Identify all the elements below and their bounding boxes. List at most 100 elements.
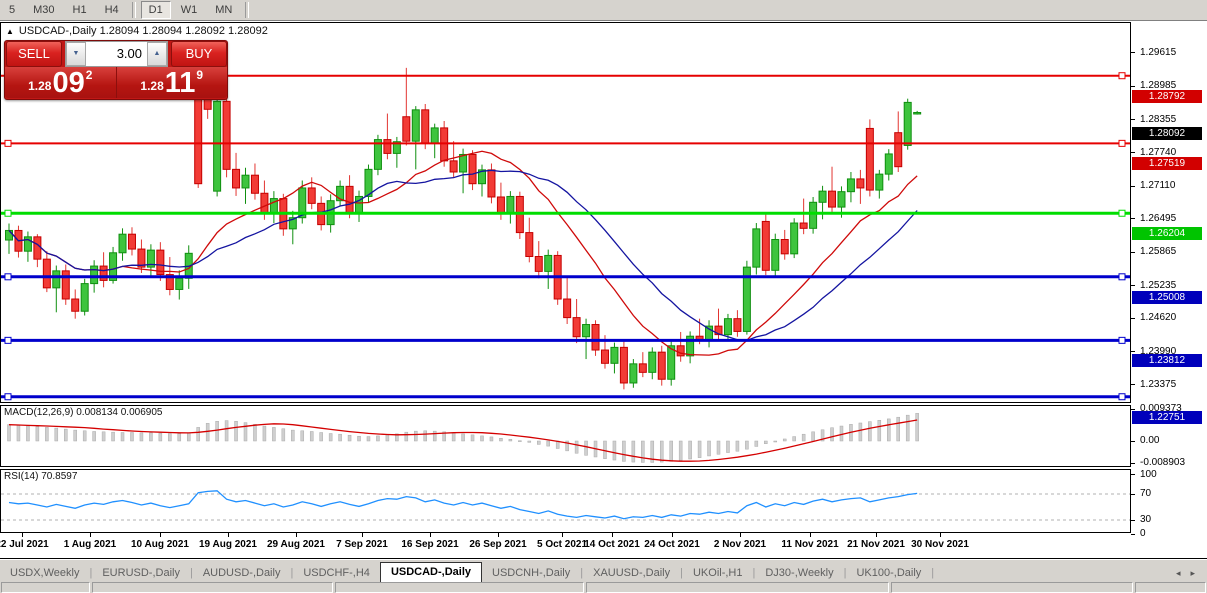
macd-bar [424, 431, 427, 441]
line-handle[interactable] [5, 337, 11, 343]
candle-body [488, 170, 495, 197]
macd-bar [755, 441, 758, 446]
rsi-tick [1131, 520, 1135, 521]
rsi-tick [1131, 494, 1135, 495]
timeframe-button-d1[interactable]: D1 [141, 1, 171, 19]
symbol-ohlc-info: USDCAD-,Daily 1.28094 1.28094 1.28092 1.… [19, 25, 268, 37]
status-bar [0, 581, 1207, 593]
volume-increase-button[interactable]: ▲ [147, 42, 167, 66]
timeframe-button-w1[interactable]: W1 [173, 1, 206, 19]
candle-body [469, 154, 476, 183]
tab-audusd-daily[interactable]: AUDUSD-,Daily [193, 565, 291, 582]
tab-scroll-right-icon[interactable]: ▸ [1190, 565, 1195, 582]
line-handle[interactable] [1119, 337, 1125, 343]
tab-uk100-daily[interactable]: UK100-,Daily [846, 565, 931, 582]
toolbar-separator [132, 2, 136, 18]
macd-bar [187, 433, 190, 441]
buy-price[interactable]: 1.28 11 9 [117, 67, 228, 98]
tab-usdchf-h4[interactable]: USDCHF-,H4 [293, 565, 380, 582]
line-handle[interactable] [1119, 73, 1125, 79]
date-label: 26 Sep 2021 [469, 539, 526, 550]
tab-usdcnh-daily[interactable]: USDCNH-,Daily [482, 565, 580, 582]
rsi-pane[interactable]: RSI(14) 70.8597 [0, 469, 1131, 533]
candle-body [53, 271, 60, 288]
timeframe-button-5[interactable]: 5 [1, 1, 23, 19]
macd-bar [509, 439, 512, 441]
macd-bar [906, 415, 909, 441]
candle-body [128, 234, 135, 249]
current-price-badge: 1.28092 [1132, 127, 1202, 140]
candle-body [526, 233, 533, 257]
macd-bar [622, 441, 625, 461]
candle-body [308, 188, 315, 203]
macd-bar [499, 438, 502, 441]
tab-usdcad-daily[interactable]: USDCAD-,Daily [380, 562, 482, 582]
macd-bar [329, 434, 332, 441]
line-handle[interactable] [5, 140, 11, 146]
macd-bar [632, 441, 635, 462]
status-pane [1, 582, 90, 593]
line-handle[interactable] [5, 210, 11, 216]
date-label: 30 Nov 2021 [911, 539, 969, 550]
macd-bar [225, 421, 228, 441]
tab-xauusd-daily[interactable]: XAUUSD-,Daily [583, 565, 680, 582]
collapse-arrow-icon[interactable]: ▲ [6, 27, 14, 36]
macd-bar [45, 427, 48, 441]
tab-scroll-left-icon[interactable]: ◂ [1176, 565, 1181, 582]
volume-input[interactable]: 3.00 [86, 43, 147, 65]
candle-body [895, 133, 902, 167]
date-tick [810, 533, 811, 537]
date-label: 7 Sep 2021 [336, 539, 388, 550]
macd-bar [537, 441, 540, 444]
line-handle[interactable] [1119, 394, 1125, 400]
candle-body [119, 234, 126, 253]
line-handle[interactable] [1119, 140, 1125, 146]
candle-body [176, 278, 183, 289]
sell-price[interactable]: 1.28 09 2 [5, 67, 117, 98]
macd-bar [272, 427, 275, 441]
timeframe-button-h4[interactable]: H4 [97, 1, 127, 19]
status-pane [891, 582, 1133, 593]
tab-usdx-weekly[interactable]: USDX,Weekly [0, 565, 89, 582]
candle-body [904, 102, 911, 145]
macd-bar [64, 429, 67, 441]
macd-bar [339, 434, 342, 441]
price-tick-label: 1.27110 [1140, 180, 1175, 191]
macd-bar [679, 441, 682, 460]
macd-pane[interactable]: MACD(12,26,9) 0.008134 0.006905 [0, 405, 1131, 467]
macd-bar [291, 430, 294, 441]
macd-bar [121, 433, 124, 442]
macd-bar [745, 441, 748, 449]
date-tick [160, 533, 161, 537]
price-tick [1131, 186, 1135, 187]
price-tick [1131, 285, 1135, 286]
macd-bar [878, 420, 881, 441]
tab-dj30-weekly[interactable]: DJ30-,Weekly [755, 565, 843, 582]
volume-decrease-button[interactable]: ▼ [66, 42, 86, 66]
candle-body [611, 347, 618, 363]
timeframe-button-h1[interactable]: H1 [65, 1, 95, 19]
macd-bar [253, 424, 256, 441]
candle-body [233, 169, 240, 188]
macd-bar [764, 441, 767, 444]
timeframe-button-mn[interactable]: MN [207, 1, 240, 19]
tab-ukoil-h1[interactable]: UKOil-,H1 [683, 565, 753, 582]
chart-window[interactable]: ▲ USDCAD-,Daily 1.28094 1.28094 1.28092 … [0, 21, 1207, 559]
line-handle[interactable] [5, 394, 11, 400]
tab-eurusd-daily[interactable]: EURUSD-,Daily [92, 565, 190, 582]
timeframe-button-m30[interactable]: M30 [25, 1, 62, 19]
line-handle[interactable] [1119, 274, 1125, 280]
macd-bar [490, 437, 493, 441]
sell-button[interactable]: SELL [6, 41, 62, 67]
macd-bar [216, 421, 219, 441]
macd-bar [301, 431, 304, 441]
candle-body [601, 350, 608, 363]
macd-bar [83, 431, 86, 441]
macd-bar [244, 423, 247, 441]
line-handle[interactable] [5, 274, 11, 280]
line-handle[interactable] [1119, 210, 1125, 216]
buy-button[interactable]: BUY [171, 41, 227, 67]
rsi-tick-label: 0 [1140, 528, 1146, 539]
candle-body [384, 140, 391, 154]
candle-body [876, 174, 883, 190]
